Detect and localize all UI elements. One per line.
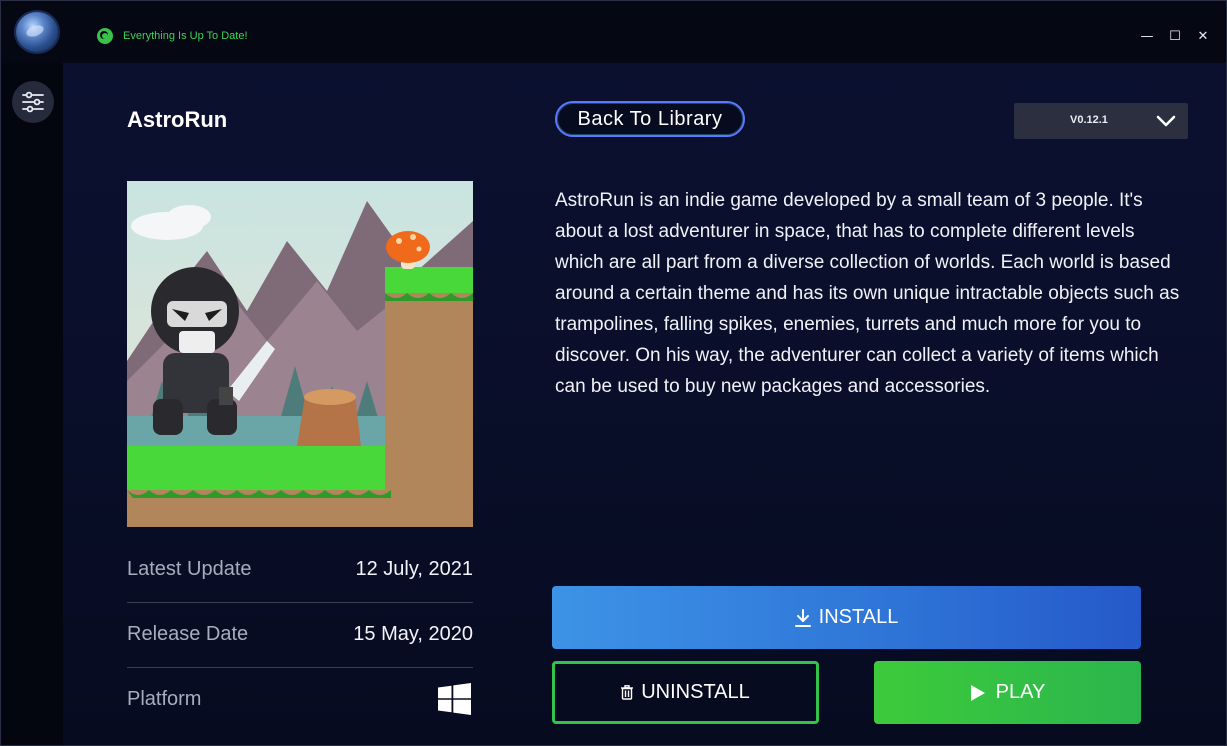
chevron-down-icon bbox=[1156, 115, 1176, 127]
version-value: V0.12.1 bbox=[1070, 114, 1108, 126]
platform-row: Platform bbox=[127, 683, 473, 745]
release-date-label: Release Date bbox=[127, 623, 249, 645]
version-dropdown[interactable]: V0.12.1 bbox=[1014, 103, 1188, 139]
back-to-library-button[interactable]: Back To Library bbox=[555, 101, 745, 137]
trash-icon bbox=[621, 685, 634, 700]
uninstall-button[interactable]: UNINSTALL bbox=[552, 661, 819, 724]
latest-update-row: Latest Update 12 July, 2021 bbox=[127, 558, 473, 623]
maximize-icon[interactable]: ☐ bbox=[1167, 29, 1183, 45]
close-icon[interactable]: ✕ bbox=[1195, 29, 1211, 45]
play-icon bbox=[970, 684, 985, 701]
release-date-value: 15 May, 2020 bbox=[353, 623, 473, 645]
divider bbox=[127, 602, 473, 603]
update-status-text: Everything Is Up To Date! bbox=[123, 30, 248, 42]
minimize-icon[interactable]: — bbox=[1139, 29, 1155, 45]
filter-button[interactable] bbox=[12, 81, 54, 123]
game-title: AstroRun bbox=[127, 107, 228, 132]
latest-update-label: Latest Update bbox=[127, 558, 252, 580]
uninstall-label: UNINSTALL bbox=[641, 681, 750, 703]
title-bar: Everything Is Up To Date! — ☐ ✕ bbox=[1, 1, 1226, 63]
release-date-row: Release Date 15 May, 2020 bbox=[127, 623, 473, 688]
app-window: Everything Is Up To Date! — ☐ ✕ AstroRun… bbox=[0, 0, 1227, 746]
divider bbox=[127, 667, 473, 668]
update-status: Everything Is Up To Date! bbox=[97, 28, 248, 44]
play-button[interactable]: PLAY bbox=[874, 661, 1141, 724]
globe-icon bbox=[97, 28, 113, 44]
sidebar bbox=[1, 63, 63, 745]
game-cover-image bbox=[127, 181, 473, 527]
latest-update-value: 12 July, 2021 bbox=[355, 558, 474, 580]
app-logo bbox=[16, 12, 58, 52]
install-label: INSTALL bbox=[818, 606, 899, 628]
play-label: PLAY bbox=[995, 681, 1046, 703]
game-description: AstroRun is an indie game developed by a… bbox=[555, 190, 1180, 397]
install-button[interactable]: INSTALL bbox=[552, 586, 1141, 649]
platform-label: Platform bbox=[127, 688, 202, 710]
windows-icon bbox=[438, 683, 471, 715]
filter-sliders-icon bbox=[22, 91, 44, 113]
download-icon bbox=[794, 608, 811, 627]
